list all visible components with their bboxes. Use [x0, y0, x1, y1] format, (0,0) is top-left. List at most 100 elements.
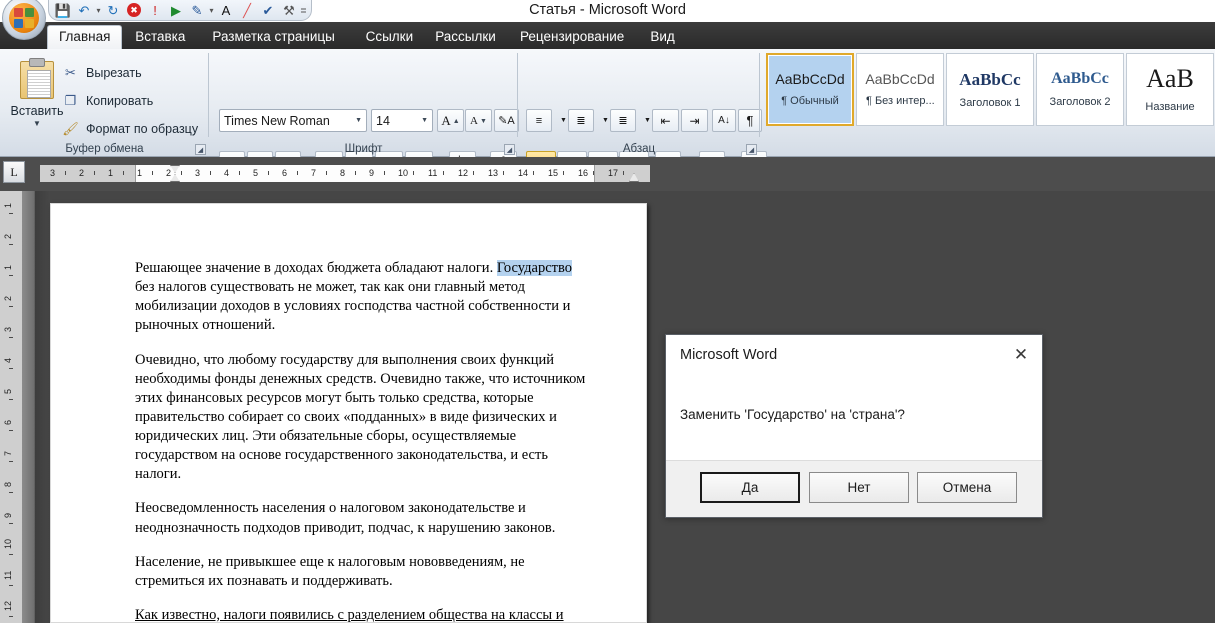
- vruler-minor-tick: [9, 306, 13, 307]
- paste-button[interactable]: Вставить ▼: [8, 55, 66, 155]
- vruler-minor-tick: [9, 337, 13, 338]
- clipboard-group-label: Буфер обмена: [65, 143, 144, 155]
- ruler-tick: 3: [50, 168, 56, 178]
- vruler-minor-tick: [9, 461, 13, 462]
- customize-toolbar-icon[interactable]: ≣: [300, 6, 307, 15]
- document-paragraph[interactable]: Решающее значение в доходах бюджета обла…: [135, 259, 595, 336]
- horizontal-ruler: L 3 2 1 1 2 3 4 5 6 7 8 9 10 11 12 13 14 15 16 17: [0, 157, 1215, 191]
- vruler-tick: 1: [3, 264, 13, 270]
- ruler-minor-tick: [355, 171, 356, 175]
- document-paragraph[interactable]: Как известно, налоги появились с разделе…: [135, 606, 595, 622]
- style-sample: AaBbCcDd: [865, 72, 935, 86]
- vruler-tick: 6: [3, 419, 13, 425]
- text-run: Население, не привыкшее еще к налоговым …: [135, 553, 525, 589]
- font-dialog-launcher[interactable]: ◢: [504, 144, 515, 155]
- style-item-2[interactable]: AaBbCc Заголовок 1: [946, 53, 1034, 126]
- cut-command[interactable]: ✂ Вырезать: [62, 61, 142, 85]
- stop-icon[interactable]: ✖: [127, 3, 141, 17]
- copy-label: Копировать: [86, 94, 154, 108]
- canvas-gutter: [22, 191, 50, 623]
- tab-1[interactable]: Вставка: [124, 24, 196, 49]
- chevron-down-icon[interactable]: ▼: [355, 117, 366, 124]
- font-size-combo[interactable]: 14 ▼: [371, 109, 433, 132]
- style-item-1[interactable]: AaBbCcDd ¶ Без интер...: [856, 53, 944, 126]
- run-icon[interactable]: ▶: [166, 1, 186, 19]
- ruler-tick: 15: [548, 168, 559, 178]
- tab-2[interactable]: Разметка страницы: [201, 24, 345, 49]
- edit-document-icon[interactable]: ✎: [187, 1, 207, 19]
- ruler-tick: 10: [398, 168, 409, 178]
- tab-6[interactable]: Вид: [639, 24, 685, 49]
- style-sample: AaBbCcDd: [775, 72, 845, 86]
- style-sample: AaBbCc: [959, 70, 1021, 88]
- chevron-down-icon[interactable]: ▼: [33, 119, 41, 128]
- tab-0[interactable]: Главная: [47, 25, 123, 49]
- grow-font-button[interactable]: A ▲: [437, 109, 464, 132]
- sort-button[interactable]: A↓: [712, 109, 736, 132]
- wrench-icon[interactable]: ⚒: [279, 1, 299, 19]
- text-box-icon[interactable]: A: [216, 1, 236, 19]
- dialog-yes-button[interactable]: Да: [700, 472, 800, 503]
- tab-5[interactable]: Рецензирование: [509, 24, 635, 49]
- dialog-no-button[interactable]: Нет: [809, 472, 909, 503]
- paste-label: Вставить: [10, 104, 64, 118]
- style-name: ¶ Без интер...: [866, 95, 934, 107]
- redo-icon[interactable]: ↻: [103, 1, 123, 19]
- text-run: без налогов существовать не может, так к…: [135, 279, 571, 334]
- style-name: ¶ Обычный: [781, 95, 839, 107]
- edit-dropdown-icon[interactable]: ▾: [208, 6, 215, 15]
- numbering-button[interactable]: ≣: [568, 109, 594, 132]
- ruler-tick: 2: [166, 168, 172, 178]
- clear-formatting-button[interactable]: ✎A: [494, 109, 519, 132]
- document-page[interactable]: Решающее значение в доходах бюджета обла…: [50, 203, 647, 623]
- style-item-3[interactable]: AaBbCc Заголовок 2: [1036, 53, 1124, 126]
- decrease-indent-button[interactable]: ⇤: [652, 109, 679, 132]
- style-sample: AaB: [1146, 66, 1194, 92]
- exclamation-icon[interactable]: !: [145, 1, 165, 19]
- style-sample: AaBbCc: [1051, 71, 1109, 87]
- undo-dropdown-icon[interactable]: ▾: [95, 6, 102, 15]
- spell-check-icon[interactable]: ✔: [258, 1, 278, 19]
- right-indent-marker[interactable]: [629, 173, 639, 182]
- chevron-down-icon[interactable]: ▼: [421, 117, 432, 124]
- shrink-font-button[interactable]: A ▼: [465, 109, 492, 132]
- increase-indent-button[interactable]: ⇥: [681, 109, 708, 132]
- eraser-icon[interactable]: ╱: [237, 1, 257, 19]
- document-body[interactable]: Решающее значение в доходах бюджета обла…: [135, 259, 595, 622]
- tab-3[interactable]: Ссылки: [355, 24, 425, 49]
- tab-stop-selector[interactable]: L: [3, 161, 25, 183]
- word-window: Статья - Microsoft Word 💾 ↶ ▾ ↻ ✖! ▶ ✎ ▾ A ╱ ✔ ⚒ ≣ Г…: [0, 0, 1215, 623]
- style-item-4[interactable]: AaB Название: [1126, 53, 1214, 126]
- ruler-minor-tick: [239, 171, 240, 175]
- office-logo-icon: [9, 3, 39, 33]
- ruler-tick: 4: [224, 168, 230, 178]
- vruler-tick: 8: [3, 481, 13, 487]
- multilevel-list-button[interactable]: ≣: [610, 109, 636, 132]
- copy-command[interactable]: ❐ Копировать: [62, 89, 154, 113]
- ruler-minor-tick: [65, 171, 66, 175]
- style-item-0[interactable]: AaBbCcDd ¶ Обычный: [766, 53, 854, 126]
- vertical-ruler[interactable]: 1 2 1 2 3 4 5 6 7 8 9 10 11 12: [0, 191, 22, 623]
- font-name-combo[interactable]: Times New Roman ▼: [219, 109, 367, 132]
- ruler-minor-tick: [94, 171, 95, 175]
- style-name: Заголовок 2: [1049, 96, 1111, 108]
- text-run: Решающее значение в доходах бюджета обла…: [135, 260, 497, 276]
- paragraph-dialog-launcher[interactable]: ◢: [746, 144, 757, 155]
- save-icon[interactable]: 💾: [53, 1, 73, 19]
- clipboard-dialog-launcher[interactable]: ◢: [195, 144, 206, 155]
- vruler-minor-tick: [9, 275, 13, 276]
- format-painter-command[interactable]: 🖌 Формат по образцу: [62, 117, 198, 141]
- document-paragraph[interactable]: Население, не привыкшее еще к налоговым …: [135, 553, 595, 591]
- cut-label: Вырезать: [86, 66, 142, 80]
- ruler-minor-tick: [533, 171, 534, 175]
- ruler-scale[interactable]: 3 2 1 1 2 3 4 5 6 7 8 9 10 11 12 13 14 15 16 17: [40, 165, 650, 182]
- undo-icon[interactable]: ↶: [74, 1, 94, 19]
- document-paragraph[interactable]: Очевидно, что любому государству для вып…: [135, 351, 595, 485]
- document-paragraph[interactable]: Неосведомленность населения о налоговом …: [135, 499, 595, 537]
- dialog-cancel-button[interactable]: Отмена: [917, 472, 1017, 503]
- format-painter-label: Формат по образцу: [86, 122, 199, 136]
- close-icon[interactable]: ✕: [1000, 338, 1042, 372]
- ruler-tick: 1: [137, 168, 143, 178]
- tab-4[interactable]: Рассылки: [424, 24, 507, 49]
- bullets-button[interactable]: ≡: [526, 109, 552, 132]
